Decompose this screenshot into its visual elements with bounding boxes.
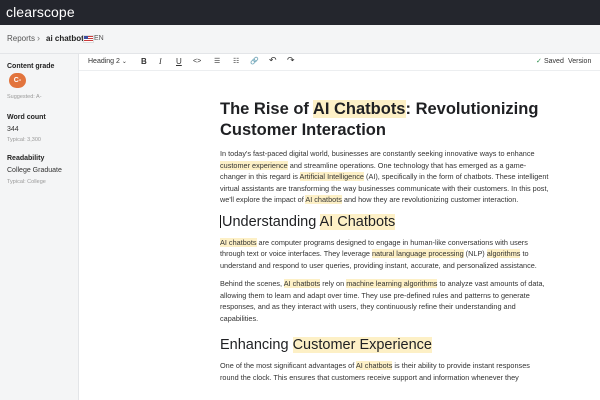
typical-word-count: Typical: 3,300 — [7, 137, 41, 143]
heading-understanding-text: Understanding AI Chatbots — [222, 213, 396, 230]
text-run: Behind the scenes, — [220, 279, 284, 288]
heading-select-value: Heading 2 — [88, 58, 120, 65]
suggested-grade: Suggested: A- — [7, 94, 42, 100]
highlighted-term: AI chatbots — [220, 237, 257, 247]
saved-status: Saved — [544, 58, 564, 65]
highlighted-term: AI chatbots — [355, 361, 393, 370]
text-run: The Rise of — [220, 100, 313, 118]
heading-select[interactable]: Heading 2 ⌄ — [88, 58, 127, 65]
typical-readability: Typical: College — [7, 179, 46, 185]
breadcrumb-current: ai chatbot — [46, 34, 84, 43]
breadcrumb: Reports › ai chatbot EN — [0, 25, 600, 54]
us-flag-icon — [83, 35, 94, 43]
highlighted-term: natural language processing — [371, 249, 464, 258]
highlighted-term: AI Chatbots — [319, 213, 396, 230]
content-grade-label: Content grade — [7, 63, 55, 70]
version-button[interactable]: Version — [568, 58, 591, 65]
paragraph-behind-scenes[interactable]: Behind the scenes, AI chatbots rely on m… — [220, 278, 550, 324]
document-title[interactable]: The Rise of AI Chatbots: Revolutionizing… — [220, 99, 550, 141]
underline-button[interactable]: U — [176, 57, 182, 66]
highlighted-term: AI chatbots — [305, 195, 342, 204]
redo-button[interactable]: ↷ — [287, 55, 295, 66]
paragraph-definition[interactable]: AI chatbots are computer programs design… — [220, 237, 550, 272]
highlighted-term: Artificial Intelligence — [299, 172, 364, 181]
paragraph-advantages[interactable]: One of the most significant advantages o… — [220, 360, 550, 383]
grade-badge: C- — [9, 73, 26, 88]
word-count-label: Word count — [7, 114, 46, 121]
breadcrumb-reports-link[interactable]: Reports — [7, 34, 35, 43]
sidebar: Content grade C- Suggested: A- Word coun… — [0, 54, 79, 400]
italic-button[interactable]: I — [159, 57, 162, 66]
language-label[interactable]: EN — [94, 35, 104, 42]
text-run: and how they are revolutionizing custome… — [341, 195, 519, 204]
code-button[interactable]: <> — [193, 58, 201, 65]
highlighted-term: Customer Experience — [292, 337, 432, 353]
text-run: Enhancing — [220, 337, 293, 353]
text-run: In today's fast-paced digital world, bus… — [220, 149, 535, 158]
undo-button[interactable]: ↶ — [269, 55, 277, 66]
readability-label: Readability — [7, 155, 45, 162]
intro-paragraph[interactable]: In today's fast-paced digital world, bus… — [220, 148, 550, 206]
highlighted-term: AI chatbots — [283, 279, 321, 288]
editor-canvas[interactable]: The Rise of AI Chatbots: Revolutionizing… — [79, 71, 600, 400]
highlighted-term: AI Chatbots — [312, 100, 406, 118]
heading-understanding[interactable]: Understanding AI Chatbots — [220, 213, 550, 232]
text-cursor — [220, 214, 221, 228]
editor-toolbar: Heading 2 ⌄ B I U <> ☰ ☷ 🔗 ↶ ↷ ✓ Saved V… — [79, 54, 600, 71]
top-bar: clearscope — [0, 0, 600, 25]
text-run: rely on — [320, 279, 347, 288]
bold-button[interactable]: B — [141, 57, 147, 66]
readability-value: College Graduate — [7, 167, 62, 174]
link-button[interactable]: 🔗 — [250, 57, 259, 65]
highlighted-term: machine learning algorithms — [346, 279, 438, 288]
document[interactable]: The Rise of AI Chatbots: Revolutionizing… — [220, 99, 550, 390]
highlighted-term: algorithms — [486, 249, 521, 258]
highlighted-term: customer experience — [220, 160, 288, 170]
chevron-right-icon: › — [37, 33, 40, 43]
text-run: Understanding — [222, 213, 320, 230]
bullet-list-button[interactable]: ☰ — [214, 57, 220, 65]
word-count-value: 344 — [7, 126, 19, 133]
chevron-down-icon: ⌄ — [121, 59, 127, 65]
numbered-list-button[interactable]: ☷ — [233, 57, 239, 65]
check-icon: ✓ — [536, 58, 542, 65]
text-run: (NLP) — [463, 249, 487, 258]
heading-enhancing[interactable]: Enhancing Customer Experience — [220, 336, 550, 355]
text-run: One of the most significant advantages o… — [220, 361, 356, 370]
app-logo[interactable]: clearscope — [6, 4, 75, 20]
